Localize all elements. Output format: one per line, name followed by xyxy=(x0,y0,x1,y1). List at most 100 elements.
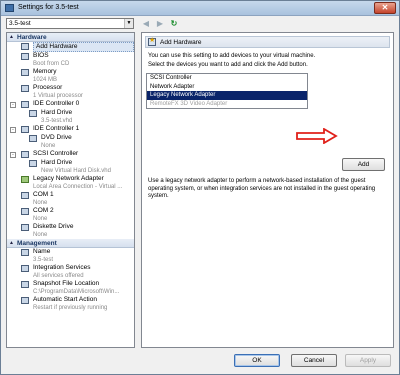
panel-header: ★ Add Hardware xyxy=(145,36,390,48)
sidebar-item-processor[interactable]: Processor 1 Virtual processor xyxy=(7,84,134,100)
sidebar-item-detail: 3.5-test xyxy=(33,257,54,263)
sidebar-item-automatic-start-action[interactable]: Automatic Start Action Restart if previo… xyxy=(7,296,134,312)
sidebar-item-add-hardware[interactable]: Add Hardware xyxy=(7,42,134,52)
controller-icon xyxy=(21,101,29,108)
sidebar-item-detail: New Virtual Hard Disk.vhd xyxy=(41,168,111,174)
memory-icon xyxy=(21,69,29,76)
sidebar-item-bios[interactable]: BIOS Boot from CD xyxy=(7,52,134,68)
management-section-header[interactable]: ▲ Management xyxy=(7,239,134,248)
sidebar-item-detail: C:\ProgramData\Microsoft\Win... xyxy=(33,289,120,295)
vm-select-value: 3.5-test xyxy=(9,20,31,27)
sidebar-item-ide-controller-1[interactable]: - IDE Controller 1 xyxy=(7,125,134,134)
management-section-label: Management xyxy=(17,239,57,247)
refresh-icon[interactable]: ↻ xyxy=(169,19,179,29)
bios-icon xyxy=(21,53,29,60)
sidebar-item-label: Diskette Drive xyxy=(33,223,74,230)
device-option-selected[interactable]: Legacy Network Adapter xyxy=(147,91,307,100)
collapse-icon[interactable]: ▲ xyxy=(9,34,15,40)
title-bar: Settings for 3.5-test ✕ xyxy=(1,1,399,16)
back-arrow-icon[interactable]: ◀ xyxy=(141,19,151,29)
settings-detail-panel: ★ Add Hardware You can use this setting … xyxy=(141,32,394,348)
name-icon xyxy=(21,249,29,256)
settings-window: Settings for 3.5-test ✕ 3.5-test ▼ ◀ ▶ ↻… xyxy=(0,0,400,375)
panel-instruction-text: Select the devices you want to add and c… xyxy=(148,62,308,68)
forward-arrow-icon[interactable]: ▶ xyxy=(155,19,165,29)
sidebar-item-hard-drive[interactable]: Hard Drive 3.5-test.vhd xyxy=(7,109,134,125)
sidebar-item-label: Legacy Network Adapter xyxy=(33,175,104,182)
tree-collapse-icon[interactable]: - xyxy=(10,127,16,133)
device-option[interactable]: SCSI Controller xyxy=(147,74,307,83)
settings-app-icon xyxy=(5,4,14,12)
sidebar-item-detail: 1 Virtual processor xyxy=(33,93,83,99)
sidebar-item-label: IDE Controller 1 xyxy=(33,125,80,132)
sidebar-item-label: Snapshot File Location xyxy=(33,280,100,287)
device-listbox[interactable]: SCSI Controller Network Adapter Legacy N… xyxy=(146,73,308,109)
start-action-icon xyxy=(21,297,29,304)
navigation-toolbar: ◀ ▶ ↻ xyxy=(141,17,179,30)
sidebar-item-detail: 3.5-test.vhd xyxy=(41,118,73,124)
sidebar-item-label: Add Hardware xyxy=(33,42,134,52)
sidebar-item-memory[interactable]: Memory 1024 MB xyxy=(7,68,134,84)
controller-icon xyxy=(21,126,29,133)
dvd-drive-icon xyxy=(29,135,37,142)
processor-icon xyxy=(21,85,29,92)
add-hardware-icon: ★ xyxy=(148,37,156,46)
sidebar-item-detail: None xyxy=(33,216,48,222)
sidebar-item-com-2[interactable]: COM 2 None xyxy=(7,207,134,223)
hardware-section-header[interactable]: ▲ Hardware xyxy=(7,33,134,42)
sidebar-item-ide-controller-0[interactable]: - IDE Controller 0 xyxy=(7,100,134,109)
snapshot-folder-icon xyxy=(21,281,29,288)
com-port-icon xyxy=(21,208,29,215)
ok-button[interactable]: OK xyxy=(234,354,280,367)
sidebar-item-com-1[interactable]: COM 1 None xyxy=(7,191,134,207)
close-button[interactable]: ✕ xyxy=(374,2,396,14)
window-title: Settings for 3.5-test xyxy=(18,4,79,11)
panel-header-label: Add Hardware xyxy=(160,39,202,46)
sidebar-item-label: COM 1 xyxy=(33,191,54,198)
hardware-section-label: Hardware xyxy=(17,33,47,41)
sidebar-item-detail: None xyxy=(41,143,56,149)
collapse-icon[interactable]: ▲ xyxy=(9,240,15,246)
chevron-down-icon[interactable]: ▼ xyxy=(124,19,133,28)
sidebar-item-label: Hard Drive xyxy=(41,109,73,116)
sidebar-item-snapshot-file-location[interactable]: Snapshot File Location C:\ProgramData\Mi… xyxy=(7,280,134,296)
sidebar-item-label: Integration Services xyxy=(33,264,91,271)
diskette-icon xyxy=(21,224,29,231)
add-button[interactable]: Add xyxy=(342,158,385,171)
sidebar-item-label: COM 2 xyxy=(33,207,54,214)
sidebar-item-label: DVD Drive xyxy=(41,134,72,141)
sidebar-item-diskette-drive[interactable]: Diskette Drive None xyxy=(7,223,134,239)
panel-intro-text: You can use this setting to add devices … xyxy=(148,53,316,59)
sidebar-item-label: Processor xyxy=(33,84,63,91)
controller-icon xyxy=(21,151,29,158)
sidebar-item-scsi-hard-drive[interactable]: Hard Drive New Virtual Hard Disk.vhd xyxy=(7,159,134,175)
add-hardware-icon xyxy=(21,43,29,50)
sidebar-item-detail: Restart if previously running xyxy=(33,305,108,311)
dialog-footer: OK Cancel Apply xyxy=(1,351,399,375)
hard-drive-icon xyxy=(29,160,37,167)
sidebar-item-detail: 1024 MB xyxy=(33,77,58,83)
sidebar-item-detail: None xyxy=(33,200,48,206)
network-adapter-icon xyxy=(21,176,29,183)
sidebar-item-detail: None xyxy=(33,232,48,238)
integration-services-icon xyxy=(21,265,29,272)
device-option[interactable]: Network Adapter xyxy=(147,83,307,92)
sidebar-item-name[interactable]: Name 3.5-test xyxy=(7,248,134,264)
device-option-disabled: RemoteFX 3D Video Adapter xyxy=(150,100,228,107)
red-arrow-annotation xyxy=(296,128,338,144)
vm-select[interactable]: 3.5-test ▼ xyxy=(6,18,134,29)
sidebar-item-label: IDE Controller 0 xyxy=(33,100,80,107)
sidebar-item-detail: All services offered xyxy=(33,273,84,279)
cancel-button[interactable]: Cancel xyxy=(291,354,337,367)
sidebar-item-integration-services[interactable]: Integration Services All services offere… xyxy=(7,264,134,280)
sidebar-item-label: Memory xyxy=(33,68,57,75)
sidebar-item-detail: Boot from CD xyxy=(33,61,70,67)
sidebar-item-label: SCSI Controller xyxy=(33,150,79,157)
tree-collapse-icon[interactable]: - xyxy=(10,152,16,158)
apply-button[interactable]: Apply xyxy=(345,354,391,367)
sidebar-item-label: Hard Drive xyxy=(41,159,73,166)
sidebar-item-dvd-drive[interactable]: DVD Drive None xyxy=(7,134,134,150)
sidebar-item-legacy-network-adapter[interactable]: Legacy Network Adapter Local Area Connec… xyxy=(7,175,134,191)
sidebar-item-scsi-controller[interactable]: - SCSI Controller xyxy=(7,150,134,159)
tree-collapse-icon[interactable]: - xyxy=(10,102,16,108)
